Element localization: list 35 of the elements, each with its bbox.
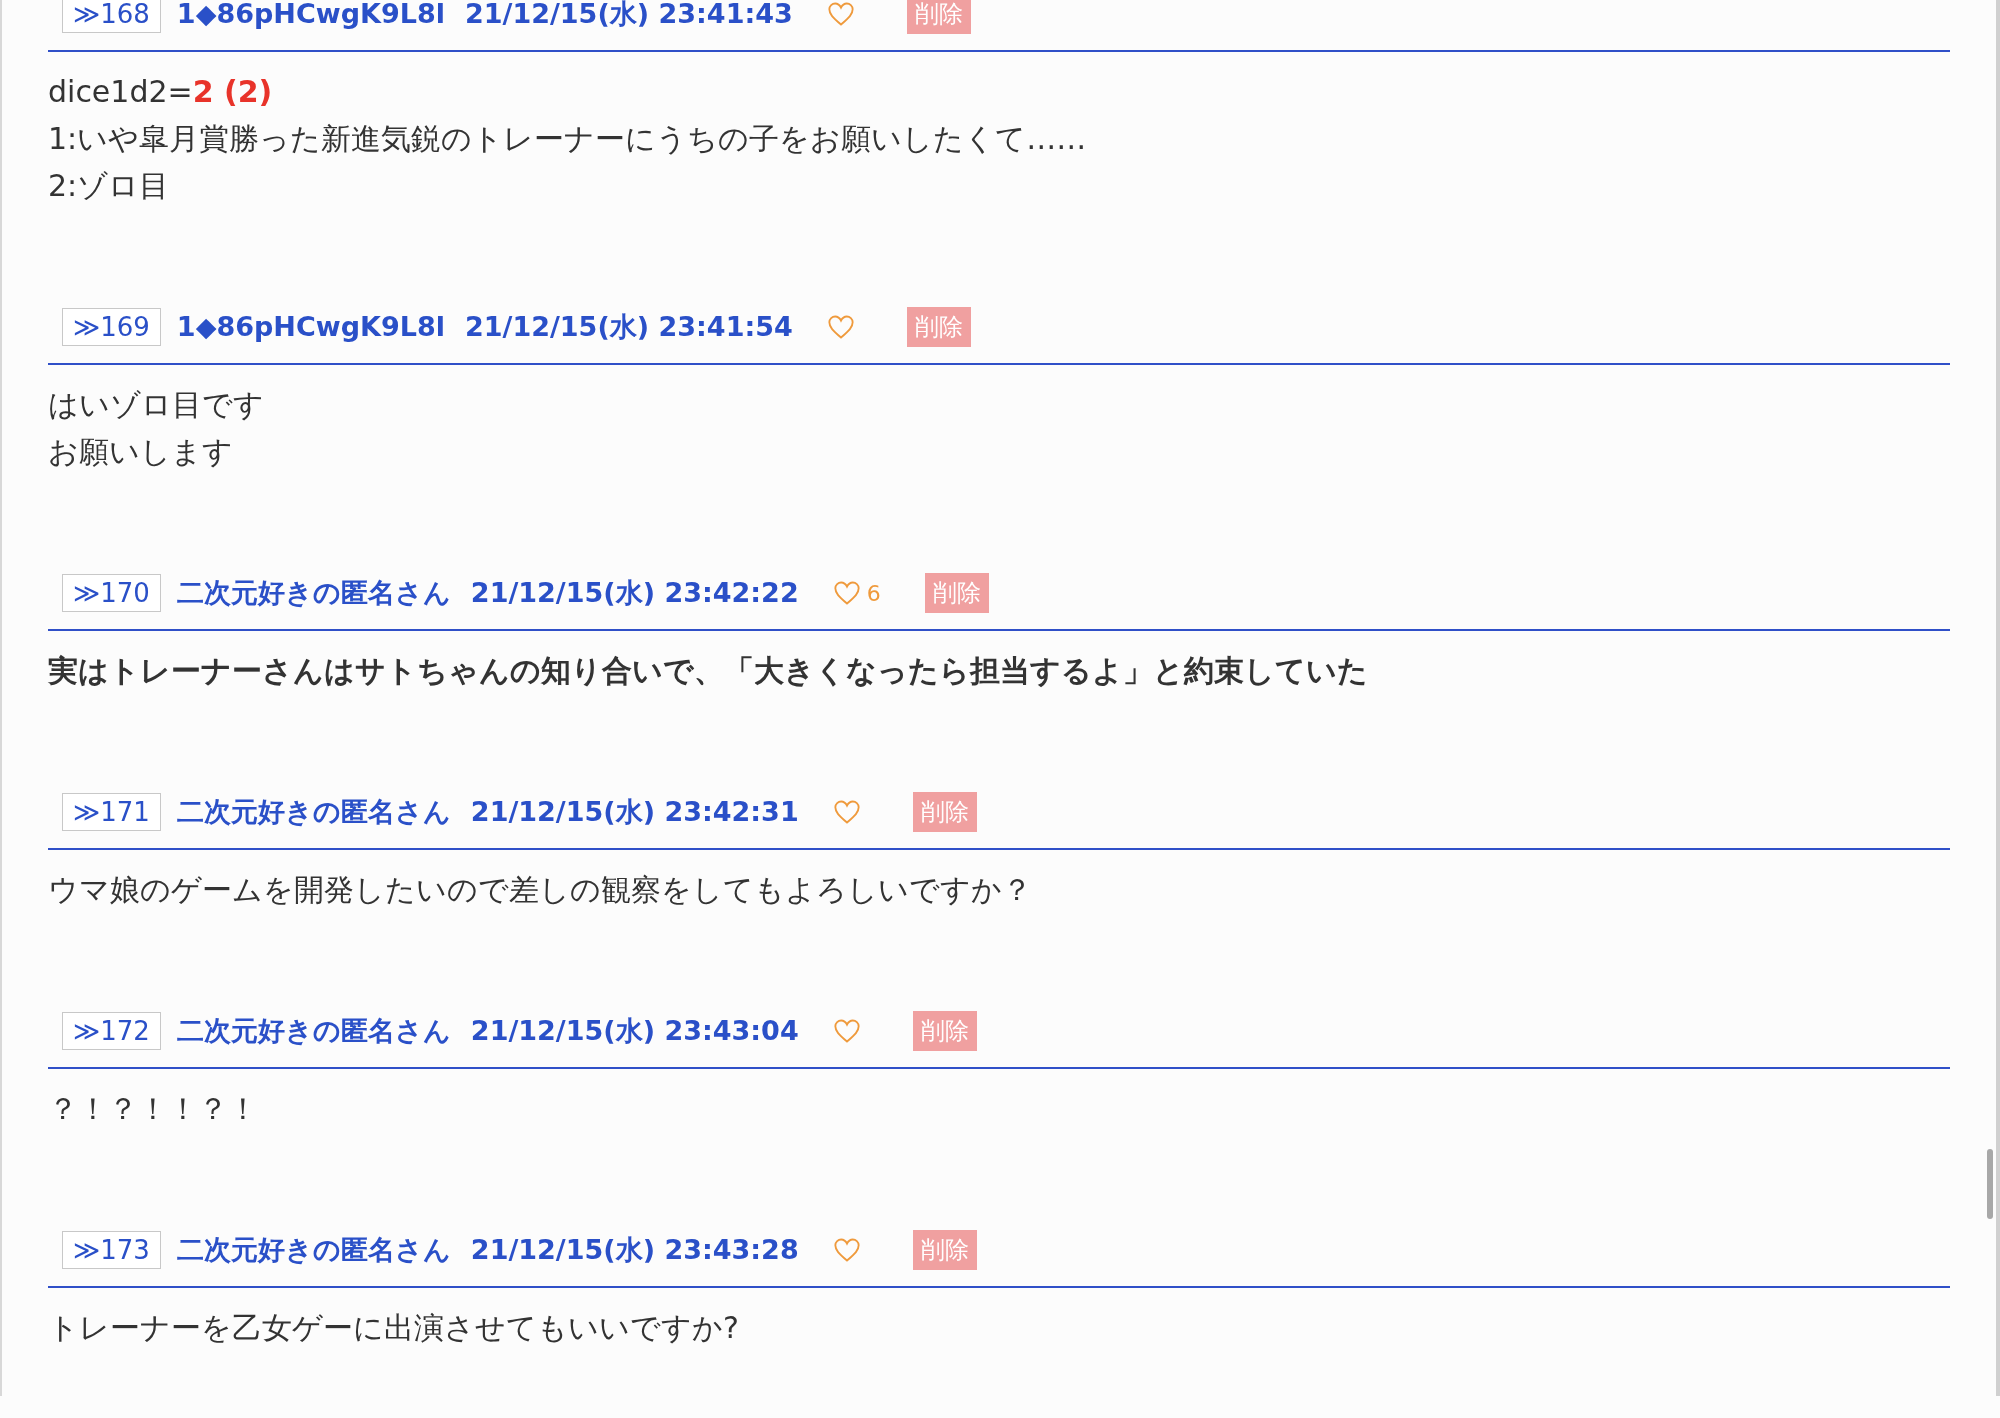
post-date: 21/12/15(水) 23:43:28 xyxy=(470,1232,799,1267)
post-text-line: ？！？！！？！ xyxy=(48,1090,258,1128)
post-number-link[interactable]: ≫169 xyxy=(62,308,161,346)
post-date: 21/12/15(水) 23:43:04 xyxy=(470,1013,799,1048)
author-name: 二次元好きの匿名さん xyxy=(176,1013,451,1048)
post-text-line: 実はトレーナーさんはサトちゃんの知り合いで、「大きくなったら担当するよ」と約束していた xyxy=(48,652,1368,690)
author-name: 二次元好きの匿名さん xyxy=(176,1232,451,1267)
post-number-link[interactable]: ≫171 xyxy=(62,793,161,831)
post-date: 21/12/15(水) 23:41:54 xyxy=(464,309,793,344)
author-name: 1◆86pHCwgK9L8l xyxy=(176,309,445,344)
heart-icon[interactable] xyxy=(826,314,855,340)
author-name: 1◆86pHCwgK9L8l xyxy=(176,0,445,31)
heart-icon[interactable] xyxy=(832,1237,861,1263)
post-date: 21/12/15(水) 23:41:43 xyxy=(464,0,793,31)
post-number-link[interactable]: ≫173 xyxy=(62,1231,161,1269)
post-number-link[interactable]: ≫168 xyxy=(62,0,161,33)
heart-icon[interactable] xyxy=(826,1,855,27)
post-text-line: 2:ゾロ目 xyxy=(48,167,170,205)
heart-icon[interactable] xyxy=(832,580,861,606)
heart-icon[interactable] xyxy=(832,1018,861,1044)
post-text-line: お願いします xyxy=(48,433,233,471)
post-text-line: ウマ娘のゲームを開発したいので差しの観察をしてもよろしいですか？ xyxy=(48,871,1032,909)
post-number-link[interactable]: ≫170 xyxy=(62,574,161,612)
post-text-line: はいゾロ目です xyxy=(48,386,264,424)
like-count: 6 xyxy=(866,579,881,608)
post-date: 21/12/15(水) 23:42:22 xyxy=(470,575,799,610)
scrollbar-thumb[interactable] xyxy=(1987,1149,1993,1219)
post-text-line: dice1d2=2 (2) xyxy=(48,73,273,111)
heart-icon[interactable] xyxy=(832,799,861,825)
post-text-line: 1:いや皐月賞勝った新進気鋭のトレーナーにうちの子をお願いしたくて…… xyxy=(48,120,1087,158)
post-text-line: トレーナーを乙女ゲーに出演させてもいいですか? xyxy=(48,1309,739,1347)
author-name: 二次元好きの匿名さん xyxy=(176,575,451,610)
author-name: 二次元好きの匿名さん xyxy=(176,794,451,829)
post-date: 21/12/15(水) 23:42:31 xyxy=(470,794,799,829)
post-number-link[interactable]: ≫172 xyxy=(62,1012,161,1050)
